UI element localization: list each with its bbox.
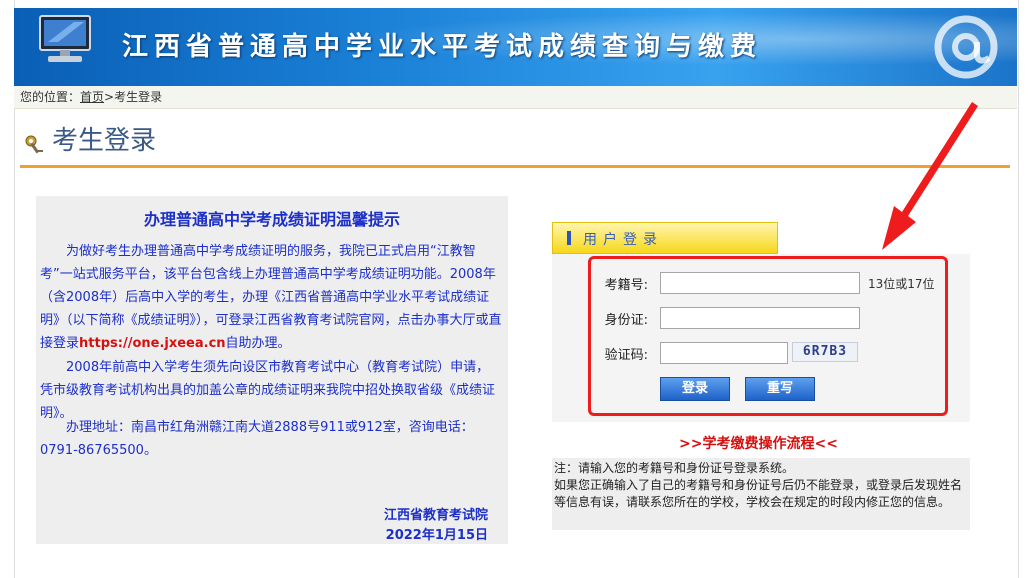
notice-paragraph-1-text: 为做好考生办理普通高中学考成绩证明的服务，我院已正式启用“江教智考”一站式服务平… <box>40 244 502 351</box>
jxeea-link[interactable]: https://one.jxeea.cn <box>79 336 226 351</box>
notice-signature-date: 2022年1月15日 <box>385 528 488 543</box>
at-sign-icon <box>934 15 998 79</box>
notice-paragraph-2: 2008年前高中入学考生须先向设区市教育考试中心（教育考试院）申请，凭市级教育考… <box>40 360 496 421</box>
highlight-box <box>588 256 948 416</box>
notice-paragraph-1: 为做好考生办理普通高中学考成绩证明的服务，我院已正式启用“江教智考”一站式服务平… <box>40 240 502 355</box>
notice-paragraph-3: 办理地址：南昌市红角洲赣江南大道2888号911或912室，咨询电话：0791-… <box>40 420 474 458</box>
breadcrumb-separator: > <box>104 90 115 104</box>
payment-flow-link[interactable]: >>学考缴费操作流程<< <box>679 433 838 453</box>
breadcrumb-label: 您的位置： <box>20 90 81 104</box>
notice-panel: 办理普通高中学考成绩证明温馨提示 为做好考生办理普通高中学考成绩证明的服务，我院… <box>36 196 508 544</box>
login-note: 注：请输入您的考籍号和身份证号登录系统。 如果您正确输入了自己的考籍号和身份证号… <box>554 461 963 509</box>
page-title: 考生登录 <box>52 126 157 156</box>
computer-monitor-icon <box>39 15 91 62</box>
tab-marker <box>567 231 571 245</box>
breadcrumb-current: 考生登录 <box>114 90 163 104</box>
login-note-panel: 注：请输入您的考籍号和身份证号登录系统。 如果您正确输入了自己的考籍号和身份证号… <box>552 458 970 530</box>
notice-signature-org: 江西省教育考试院 <box>383 508 488 523</box>
red-arrow-annotation <box>882 102 978 250</box>
banner-title: 江西省普通高中学业水平考试成绩查询与缴费 <box>122 32 763 62</box>
keys-icon <box>25 135 43 154</box>
breadcrumb-home-link[interactable]: 首页 <box>80 90 104 104</box>
notice-paragraph-1-tail: 自助办理。 <box>225 336 291 351</box>
notice-title: 办理普通高中学考成绩证明温馨提示 <box>143 210 400 229</box>
site-banner: 江西省普通高中学业水平考试成绩查询与缴费 <box>14 8 1017 86</box>
login-tab-label: 用户登录 <box>583 232 663 248</box>
login-tab: 用户登录 <box>552 222 778 254</box>
